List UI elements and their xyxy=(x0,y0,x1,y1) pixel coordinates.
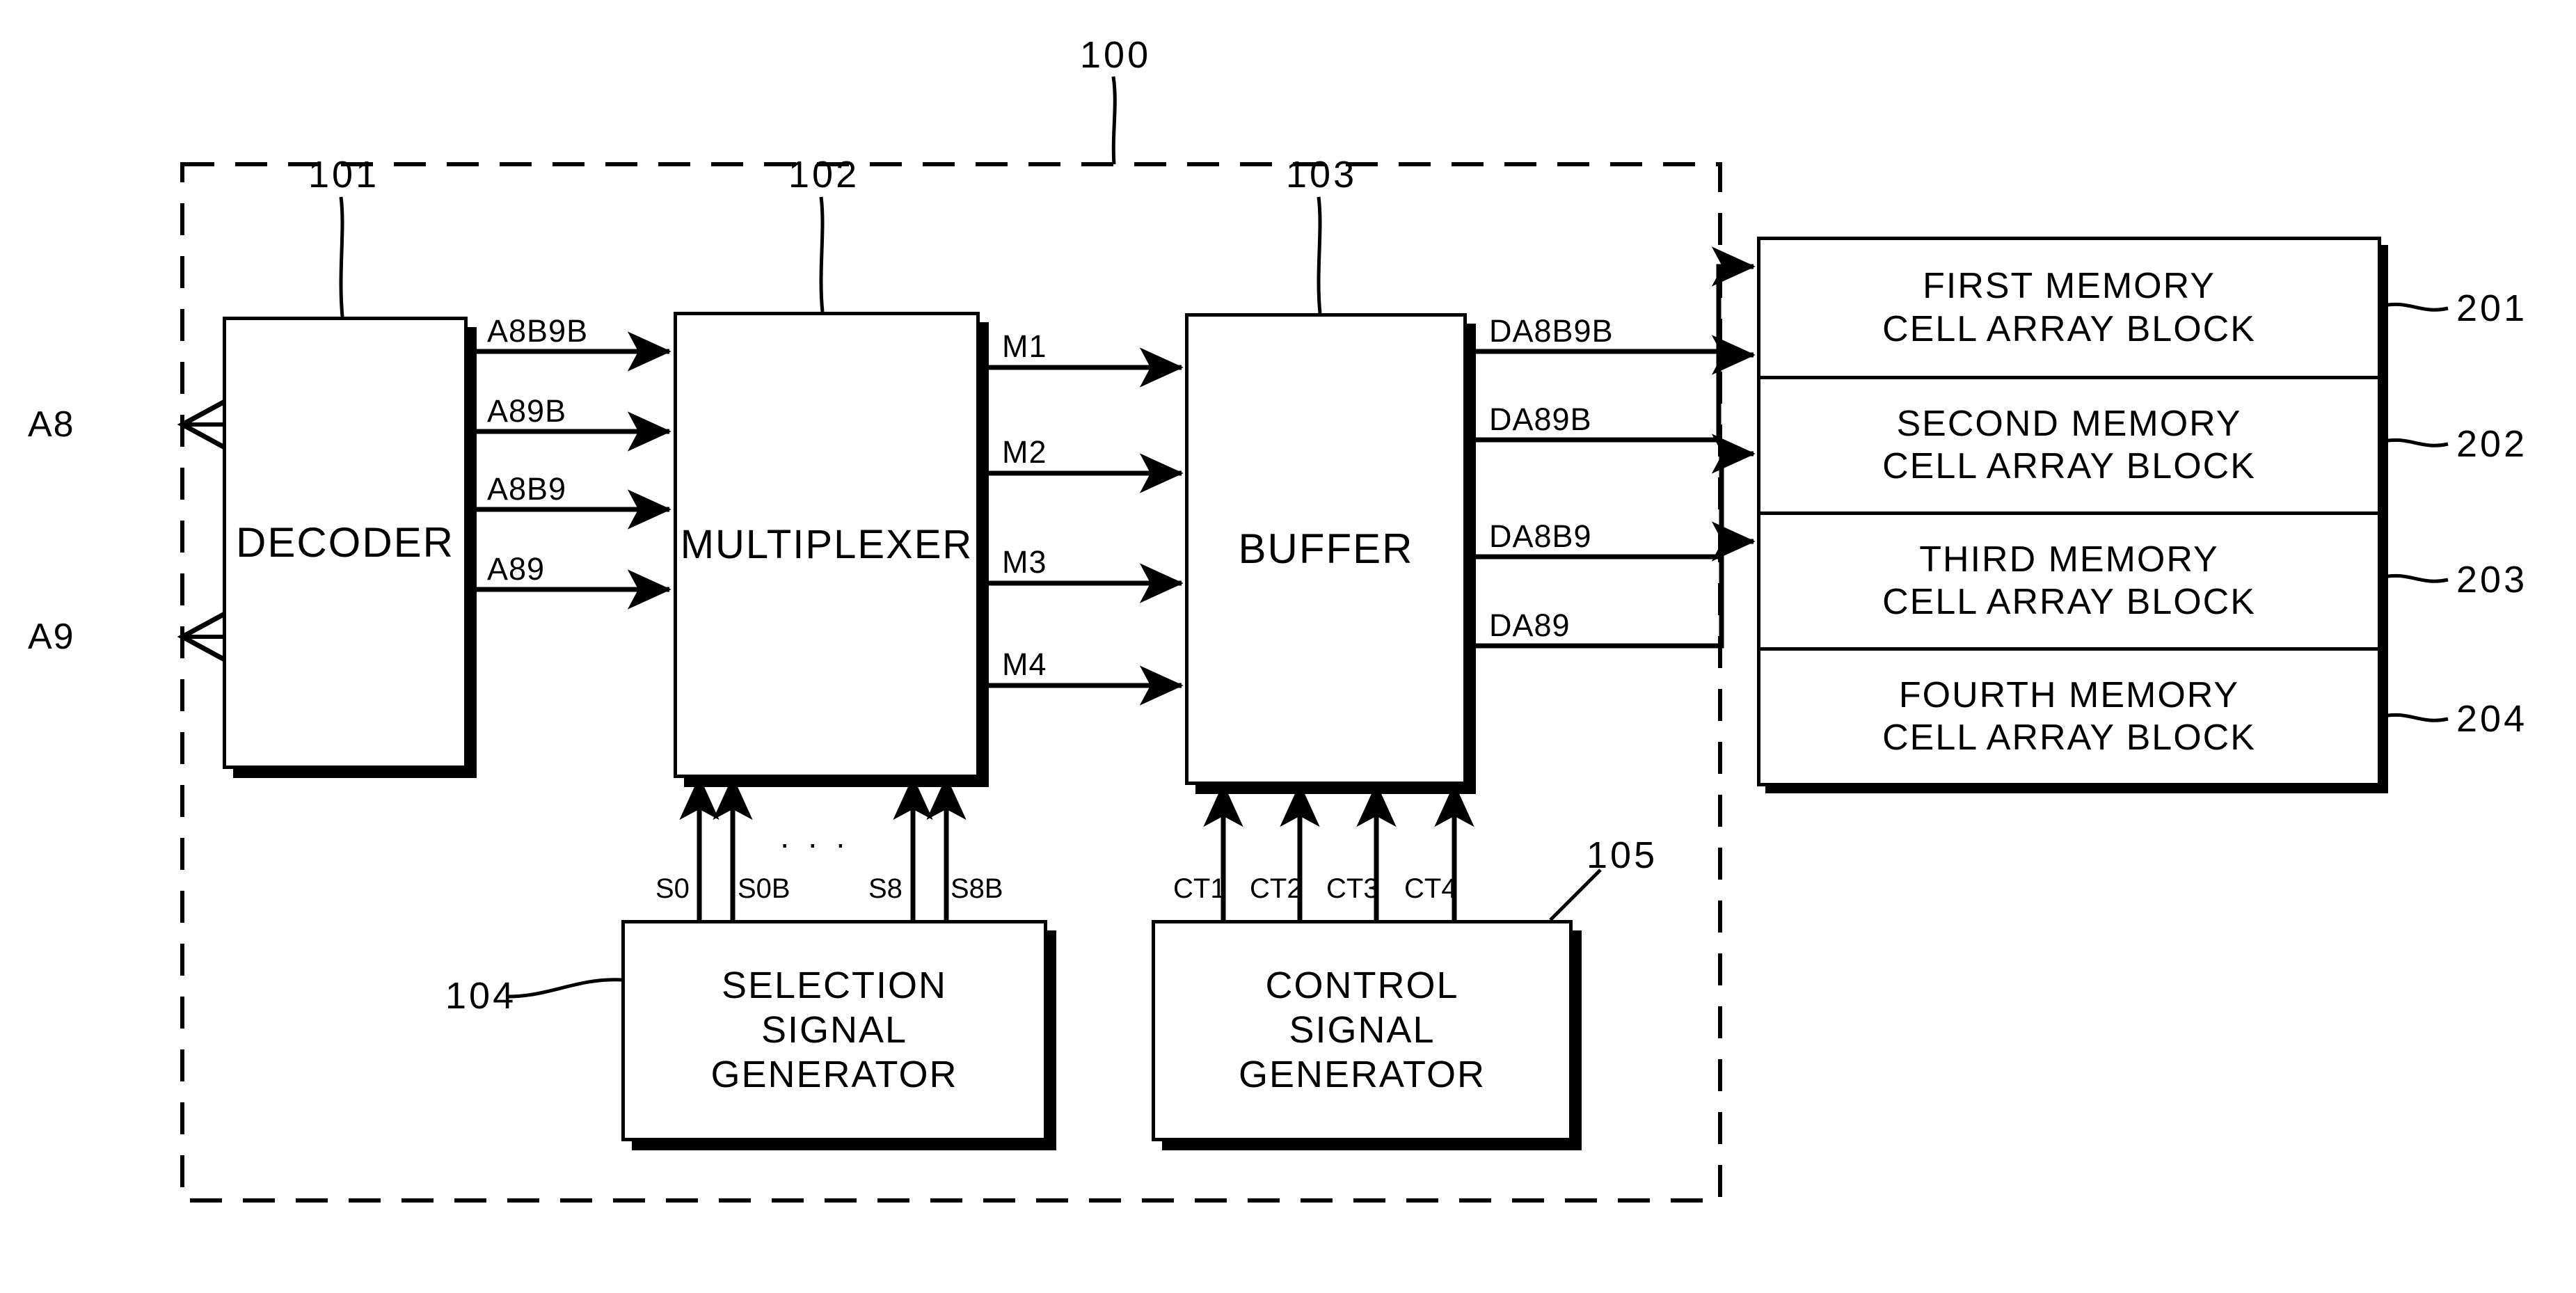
ref-201: 201 xyxy=(2456,287,2528,329)
signal-label-da8b9b: DA8B9B xyxy=(1489,313,1614,349)
block-decoder-label: DECODER xyxy=(235,518,455,566)
block-decoder[interactable]: DECODER xyxy=(223,317,468,769)
leader-100 xyxy=(1111,76,1117,165)
signal-label-da89b: DA89B xyxy=(1489,402,1592,437)
block-control-signal-generator[interactable]: CONTROL SIGNAL GENERATOR xyxy=(1152,920,1573,1141)
ref-101: 101 xyxy=(308,154,380,196)
signal-label-ct3: CT3 xyxy=(1326,873,1379,904)
leader-104 xyxy=(507,978,622,999)
signal-label-s0: S0 xyxy=(655,873,690,904)
signal-label-a89b: A89B xyxy=(487,393,567,429)
input-label-a9: A9 xyxy=(28,617,75,657)
leader-204 xyxy=(2380,713,2449,722)
ref-100: 100 xyxy=(1080,34,1152,76)
signal-label-m1: M1 xyxy=(1002,328,1047,364)
ref-204: 204 xyxy=(2456,698,2528,740)
memory-block-third[interactable]: THIRD MEMORY CELL ARRAY BLOCK xyxy=(1757,511,2381,651)
memory-block-second[interactable]: SECOND MEMORY CELL ARRAY BLOCK xyxy=(1757,376,2381,515)
memory-block-second-line-2: CELL ARRAY BLOCK xyxy=(1882,446,2256,486)
memory-block-first[interactable]: FIRST MEMORY CELL ARRAY BLOCK xyxy=(1757,237,2381,379)
signal-label-m4: M4 xyxy=(1002,646,1047,682)
leader-202 xyxy=(2380,438,2449,447)
selgen-line-2: SIGNAL xyxy=(761,1009,908,1052)
memory-block-third-line-1: THIRD MEMORY xyxy=(1919,539,2219,580)
signal-label-a8b9: A8B9 xyxy=(487,471,567,507)
signal-label-s8: S8 xyxy=(868,873,903,904)
input-label-a8: A8 xyxy=(28,404,75,445)
leader-102 xyxy=(819,196,825,312)
memory-block-fourth-line-1: FOURTH MEMORY xyxy=(1898,674,2240,715)
signal-label-a89: A89 xyxy=(487,551,546,587)
memory-block-fourth[interactable]: FOURTH MEMORY CELL ARRAY BLOCK xyxy=(1757,647,2381,786)
signal-label-m2: M2 xyxy=(1002,434,1047,470)
memory-block-first-line-2: CELL ARRAY BLOCK xyxy=(1882,308,2256,349)
ref-102: 102 xyxy=(788,154,860,196)
block-selection-signal-generator[interactable]: SELECTION SIGNAL GENERATOR xyxy=(621,920,1047,1141)
block-buffer-label: BUFFER xyxy=(1238,525,1414,572)
block-multiplexer-label: MULTIPLEXER xyxy=(680,521,973,567)
ref-104: 104 xyxy=(445,975,517,1017)
signal-label-s0b: S0B xyxy=(738,873,790,904)
leader-101 xyxy=(339,196,344,317)
block-multiplexer[interactable]: MULTIPLEXER xyxy=(674,312,980,778)
leader-103 xyxy=(1317,196,1322,314)
signal-label-da8b9: DA8B9 xyxy=(1489,518,1592,554)
memory-block-third-line-2: CELL ARRAY BLOCK xyxy=(1882,582,2256,622)
figure-canvas: DECODER MULTIPLEXER BUFFER SELECTION SIG… xyxy=(0,0,2576,1293)
leader-105 xyxy=(1549,868,1602,921)
ref-103: 103 xyxy=(1286,154,1358,196)
signal-label-m3: M3 xyxy=(1002,544,1047,580)
leader-201 xyxy=(2380,302,2449,312)
signal-label-a8b9b: A8B9B xyxy=(487,313,589,349)
signal-label-ct4: CT4 xyxy=(1404,873,1457,904)
selgen-line-1: SELECTION xyxy=(721,965,948,1007)
leader-203 xyxy=(2380,573,2449,583)
signal-label-s8b: S8B xyxy=(951,873,1003,904)
ctrlgen-line-2: SIGNAL xyxy=(1289,1009,1436,1052)
selection-ellipsis: · · · xyxy=(779,825,850,862)
signal-label-ct2: CT2 xyxy=(1250,873,1303,904)
memory-block-fourth-line-2: CELL ARRAY BLOCK xyxy=(1882,717,2256,758)
memory-block-second-line-1: SECOND MEMORY xyxy=(1896,403,2242,444)
signal-label-da89: DA89 xyxy=(1489,608,1571,643)
ref-202: 202 xyxy=(2456,423,2528,465)
ctrlgen-line-1: CONTROL xyxy=(1265,965,1459,1007)
ctrlgen-line-3: GENERATOR xyxy=(1238,1053,1486,1095)
memory-block-first-line-1: FIRST MEMORY xyxy=(1923,266,2216,307)
signal-label-ct1: CT1 xyxy=(1173,873,1226,904)
ref-203: 203 xyxy=(2456,559,2528,601)
block-buffer[interactable]: BUFFER xyxy=(1185,313,1467,785)
selgen-line-3: GENERATOR xyxy=(710,1053,958,1095)
ref-105: 105 xyxy=(1587,834,1658,876)
